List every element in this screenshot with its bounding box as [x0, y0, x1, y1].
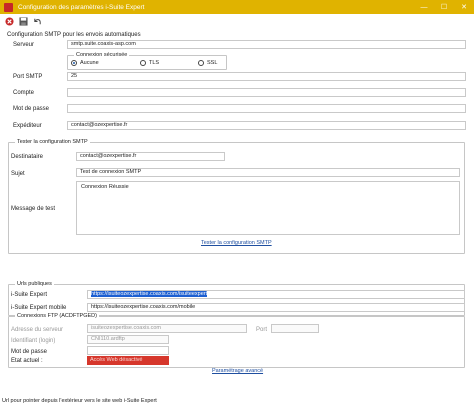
security-none-radio[interactable]: Aucune: [71, 60, 99, 66]
ftp-group-title: Connexions FTP (ACDFTPGED): [15, 313, 99, 319]
save-icon[interactable]: [18, 16, 29, 27]
isuite-url-input[interactable]: https://isuiteozexpertise.coaxis.com/isu…: [87, 290, 465, 299]
ftp-login-label: Identifiant (login): [11, 338, 56, 344]
security-group: Connexion sécurisée Aucune TLS SSL: [67, 52, 227, 70]
radio-icon: [140, 60, 146, 66]
security-ssl-radio[interactable]: SSL: [198, 60, 217, 66]
public-urls-group-title: Urls publiques: [15, 281, 54, 287]
message-textarea[interactable]: Connexion Réussie: [76, 181, 460, 235]
security-group-title: Connexion sécurisée: [74, 52, 130, 58]
ftp-port-input[interactable]: [271, 324, 319, 333]
recipient-label: Destinataire: [11, 154, 44, 160]
undo-icon[interactable]: [32, 16, 43, 27]
mobile-url-label: i-Suite Expert mobile: [11, 305, 67, 311]
minimize-button[interactable]: —: [414, 0, 434, 14]
ftp-login-input[interactable]: CNI110.ardftp: [87, 335, 169, 344]
status-bar: Url pour pointer depuis l'extérieur vers…: [0, 396, 474, 407]
smtp-password-input[interactable]: [67, 104, 466, 113]
message-label: Message de test: [11, 206, 56, 212]
isuite-url-selection: https://isuiteozexpertise.coaxis.com/isu…: [91, 291, 208, 297]
ftp-password-label: Mot de passe: [11, 349, 48, 355]
port-input[interactable]: 25: [67, 72, 466, 81]
security-tls-radio[interactable]: TLS: [140, 60, 159, 66]
toolbar: [0, 14, 474, 28]
ftp-address-label: Adresse du serveur: [11, 327, 64, 333]
maximize-button[interactable]: ☐: [434, 0, 454, 14]
smtp-section-label: Configuration SMTP pour les envois autom…: [7, 32, 141, 38]
smtp-password-label: Mot de passe: [13, 106, 50, 112]
subject-input[interactable]: Test de connexion SMTP: [76, 168, 460, 177]
window-title: Configuration des paramètres i-Suite Exp…: [18, 3, 145, 11]
account-label: Compte: [13, 90, 35, 96]
radio-selected-icon: [71, 60, 77, 66]
ftp-state-badge: Accès Web désactivé: [87, 356, 169, 365]
isuite-url-label: i-Suite Expert: [11, 292, 48, 298]
security-ssl-label: SSL: [207, 60, 218, 66]
ftp-password-input[interactable]: [87, 346, 169, 355]
sender-input[interactable]: contact@ozexpertise.fr: [67, 121, 466, 130]
account-input[interactable]: [67, 88, 466, 97]
advanced-settings-link[interactable]: Paramétrage avancé: [212, 368, 263, 374]
test-smtp-group-title: Tester la configuration SMTP: [15, 139, 90, 145]
server-label: Serveur: [13, 42, 35, 48]
test-smtp-link[interactable]: Tester la configuration SMTP: [201, 240, 272, 246]
app-icon: [4, 2, 13, 12]
server-input[interactable]: smtp.suite.coaxis-asp.com: [67, 40, 466, 49]
radio-icon: [198, 60, 204, 66]
title-bar: Configuration des paramètres i-Suite Exp…: [0, 0, 474, 14]
ftp-address-input[interactable]: isuiteozexpertise.coaxis.com: [87, 324, 247, 333]
port-label: Port SMTP: [13, 74, 43, 80]
subject-label: Sujet: [11, 171, 25, 177]
sender-label: Expéditeur: [13, 123, 42, 129]
ftp-port-label: Port: [256, 327, 268, 333]
recipient-input[interactable]: contact@ozexpertise.fr: [76, 152, 225, 161]
close-button[interactable]: ✕: [454, 0, 474, 14]
mobile-url-input[interactable]: https://isuiteozexpertise.coaxis.com/mob…: [87, 303, 465, 312]
ftp-state-label: Etat actuel :: [11, 358, 43, 364]
security-none-label: Aucune: [80, 60, 99, 66]
security-tls-label: TLS: [149, 60, 160, 66]
close-doc-icon[interactable]: [4, 16, 15, 27]
